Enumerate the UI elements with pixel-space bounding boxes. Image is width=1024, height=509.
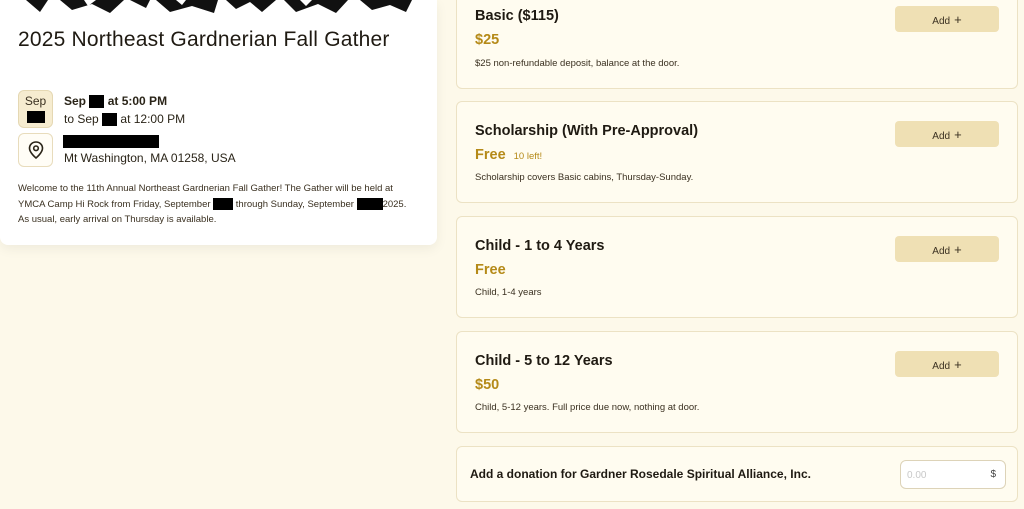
- redacted-day: [26, 111, 45, 123]
- ticket-price: $25: [475, 32, 500, 48]
- description-part-2: through Sunday, September: [235, 198, 354, 210]
- event-card: 2025 Northeast Gardnerian Fall Gather Se…: [0, 0, 437, 245]
- ticket-description: Child, 1-4 years: [475, 287, 542, 298]
- redacted-venue-name: [63, 135, 159, 148]
- ticket-description: Scholarship covers Basic cabins, Thursda…: [475, 172, 694, 183]
- event-description: Welcome to the 11th Annual Northeast Gar…: [18, 181, 413, 228]
- event-title: 2025 Northeast Gardnerian Fall Gather: [18, 28, 390, 51]
- donation-label: Add a donation for Gardner Rosedale Spir…: [470, 467, 811, 481]
- plus-icon: +: [954, 356, 962, 372]
- venue-address: Mt Washington, MA 01258, USA: [64, 151, 236, 165]
- donation-amount-field: $: [900, 460, 1006, 490]
- add-ticket-button[interactable]: Add +: [895, 236, 999, 262]
- add-ticket-button[interactable]: Add +: [895, 121, 999, 147]
- ticket-card-child-5-12: Child - 5 to 12 Years $50 Child, 5-12 ye…: [456, 331, 1018, 433]
- ticket-price: Free 10 left!: [475, 147, 543, 163]
- ticket-price: $50: [475, 377, 500, 393]
- ticket-description: $25 non-refundable deposit, balance at t…: [475, 58, 680, 69]
- ticket-name: Scholarship (With Pre-Approval): [475, 123, 699, 139]
- redacted-end-date: [356, 197, 383, 210]
- add-ticket-button[interactable]: Add +: [895, 6, 999, 32]
- end-date: to Sep at 12:00 PM: [64, 110, 185, 128]
- redacted-start-date: [213, 197, 234, 210]
- ticket-card-basic: Basic ($115) $25 $25 non-refundable depo…: [456, 0, 1018, 89]
- ticket-name: Child - 5 to 12 Years: [475, 353, 613, 369]
- end-time: at 12:00 PM: [120, 112, 186, 126]
- ticket-price: Free: [475, 262, 506, 278]
- ticket-name: Basic ($115): [475, 8, 559, 24]
- plus-icon: +: [954, 11, 962, 27]
- add-ticket-button[interactable]: Add +: [895, 351, 999, 377]
- map-pin-icon: [18, 133, 53, 167]
- redacted-start-day: [89, 95, 105, 109]
- date-badge-month: Sep: [24, 94, 47, 108]
- ticket-description: Child, 5-12 years. Full price due now, n…: [475, 402, 700, 413]
- ticket-name: Child - 1 to 4 Years: [475, 238, 605, 254]
- remaining-count: 10 left!: [513, 151, 543, 162]
- plus-icon: +: [954, 126, 962, 142]
- currency-symbol: $: [990, 469, 996, 480]
- donation-amount-input[interactable]: [901, 461, 989, 490]
- plus-icon: +: [954, 241, 962, 257]
- redacted-end-day: [102, 113, 118, 127]
- start-time: at 5:00 PM: [107, 94, 168, 108]
- start-date: Sep at 5:00 PM: [64, 92, 185, 110]
- date-badge: Sep: [18, 90, 53, 128]
- event-dates: Sep at 5:00 PM to Sep at 12:00 PM: [64, 92, 185, 128]
- ticket-card-child-1-4: Child - 1 to 4 Years Free Child, 1-4 yea…: [456, 216, 1018, 318]
- ticket-card-scholarship: Scholarship (With Pre-Approval) Free 10 l…: [456, 101, 1018, 203]
- donation-card: Add a donation for Gardner Rosedale Spir…: [456, 446, 1018, 502]
- start-date-month: Sep: [64, 94, 87, 108]
- event-banner-image: [0, 0, 437, 14]
- end-date-prefix: to Sep: [64, 112, 99, 126]
